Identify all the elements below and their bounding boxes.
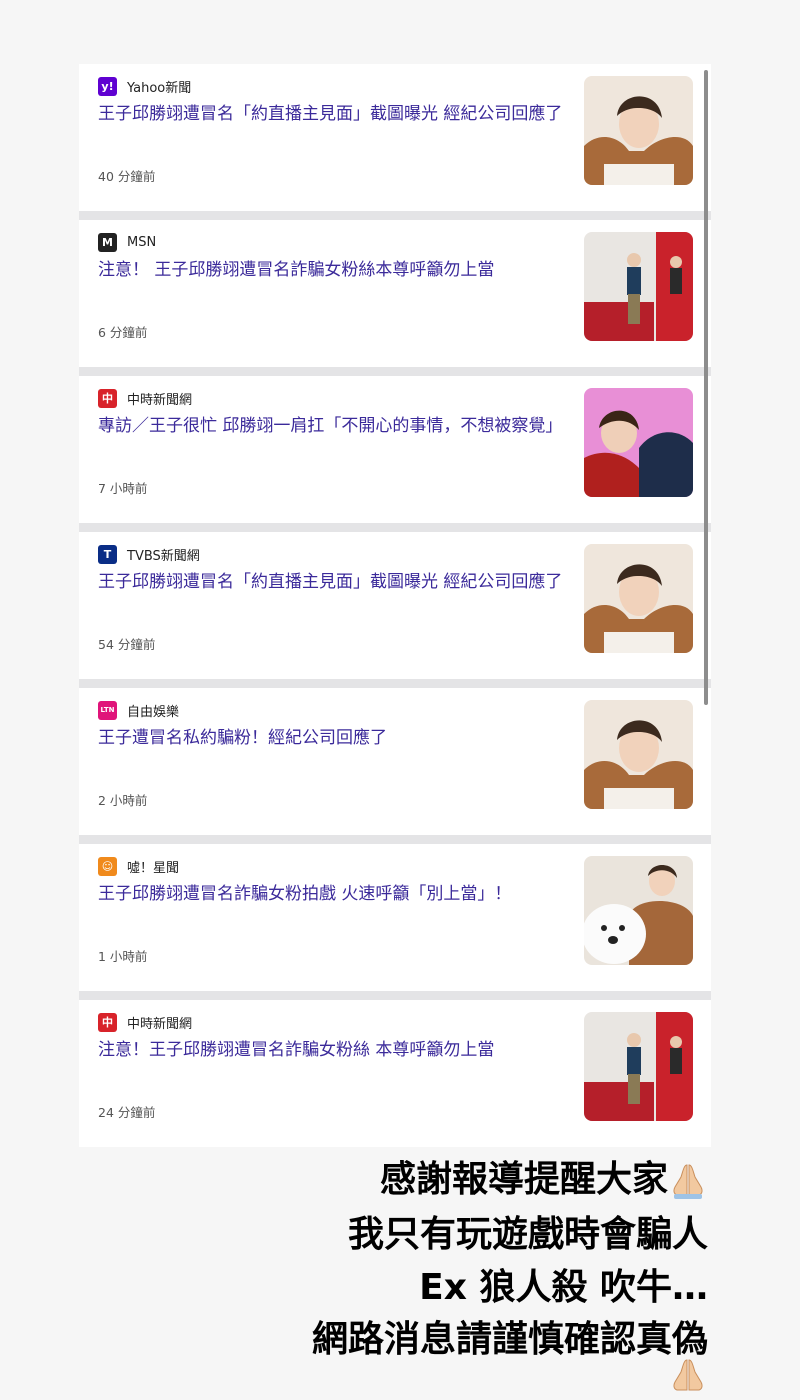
article-source: y! Yahoo新聞 [98, 76, 191, 96]
card-divider [79, 523, 711, 532]
caption-line-4: 網路消息請謹慎確認真偽 [312, 1310, 708, 1362]
caption-text: 感謝報導提醒大家 [379, 1159, 668, 1200]
article-card[interactable]: y! Yahoo新聞王子邱勝翊遭冒名「約直播主見面」截圖曝光 經紀公司回應了 40 … [79, 64, 711, 211]
card-divider [79, 835, 711, 844]
article-card[interactable]: 中中時新聞網專訪／王子很忙 邱勝翊一肩扛「不開心的事情，不想被察覺」 7 小時前 [79, 376, 711, 523]
article-timestamp: 7 小時前 [98, 481, 148, 496]
source-name: 中時新聞網 [127, 392, 193, 408]
card-divider [79, 991, 711, 1000]
article-thumbnail[interactable] [584, 76, 693, 185]
article-headline[interactable]: 王子邱勝翊遭冒名「約直播主見面」截圖曝光 經紀公司回應了 [98, 570, 568, 594]
article-timestamp: 24 分鐘前 [98, 1105, 156, 1120]
article-thumbnail[interactable] [584, 856, 693, 965]
article-timestamp: 6 分鐘前 [98, 325, 148, 340]
article-source: ☺ 噓！星聞 [98, 856, 179, 876]
article-source: LTN 自由娛樂 [98, 700, 179, 720]
article-card[interactable]: 中中時新聞網注意！王子邱勝翊遭冒名詐騙女粉絲 本尊呼籲勿上當 24 分鐘前 [79, 1000, 711, 1147]
praying-hands-icon [668, 1356, 708, 1400]
caption-line-1: 感謝報導提醒大家 [380, 1150, 708, 1202]
article-card[interactable]: M MSN 注意！ 王子邱勝翊遭冒名詐騙女粉絲本尊呼籲勿上當 6 分鐘前 [79, 220, 711, 367]
article-thumbnail[interactable] [584, 388, 693, 497]
source-name: Yahoo新聞 [127, 80, 192, 96]
article-headline[interactable]: 王子邱勝翊遭冒名詐騙女粉拍戲 火速呼籲「別上當」！ [98, 882, 568, 906]
article-source: 中中時新聞網 [98, 1012, 192, 1032]
article-headline[interactable]: 王子邱勝翊遭冒名「約直播主見面」截圖曝光 經紀公司回應了 [98, 102, 568, 126]
caption-text: 我只有玩遊戲時會騙人 [347, 1214, 708, 1255]
article-thumbnail[interactable] [584, 1012, 693, 1121]
card-divider [79, 679, 711, 688]
caption-text: Ex 狼人殺 吹牛… [419, 1267, 708, 1308]
msn-icon: M [98, 232, 117, 252]
article-headline[interactable]: 注意！王子邱勝翊遭冒名詐騙女粉絲 本尊呼籲勿上當 [98, 1038, 568, 1062]
article-source: 中中時新聞網 [98, 388, 192, 408]
chinatimes-icon: 中 [98, 388, 117, 408]
article-timestamp: 1 小時前 [98, 949, 148, 964]
article-thumbnail[interactable] [584, 544, 693, 653]
story-screen: y! Yahoo新聞王子邱勝翊遭冒名「約直播主見面」截圖曝光 經紀公司回應了 40 … [0, 0, 800, 1395]
source-name: TVBS新聞網 [127, 548, 200, 564]
caption-line-2: 我只有玩遊戲時會騙人 [348, 1205, 708, 1257]
card-divider [79, 211, 711, 220]
article-source: T TVBS新聞網 [98, 544, 200, 564]
praying-hands-icon [668, 1161, 708, 1201]
tvbs-icon: T [98, 544, 117, 564]
article-card[interactable]: ☺ 噓！星聞王子邱勝翊遭冒名詐騙女粉拍戲 火速呼籲「別上當」！ 1 小時前 [79, 844, 711, 991]
source-name: MSN [127, 234, 157, 250]
card-divider [79, 367, 711, 376]
starnews-icon: ☺ [98, 856, 117, 876]
article-headline[interactable]: 專訪／王子很忙 邱勝翊一肩扛「不開心的事情，不想被察覺」 [98, 414, 568, 438]
source-name: 中時新聞網 [127, 1016, 193, 1032]
ltn-icon: LTN [98, 700, 117, 720]
source-name: 噓！星聞 [127, 860, 180, 876]
article-card[interactable]: LTN 自由娛樂王子遭冒名私約騙粉！經紀公司回應了 2 小時前 [79, 688, 711, 835]
scrollbar[interactable] [704, 70, 708, 705]
caption-text: 網路消息請謹慎確認真偽 [311, 1319, 708, 1360]
article-source: M MSN [98, 232, 156, 252]
article-timestamp: 2 小時前 [98, 793, 148, 808]
source-name: 自由娛樂 [127, 704, 180, 720]
article-thumbnail[interactable] [584, 232, 693, 341]
chinatimes-icon: 中 [98, 1012, 117, 1032]
article-headline[interactable]: 注意！ 王子邱勝翊遭冒名詐騙女粉絲本尊呼籲勿上當 [98, 258, 568, 282]
article-timestamp: 40 分鐘前 [98, 169, 156, 184]
caption-line-3: Ex 狼人殺 吹牛… [419, 1258, 708, 1310]
article-thumbnail[interactable] [584, 700, 693, 809]
yahoo-icon: y! [98, 76, 117, 96]
article-headline[interactable]: 王子遭冒名私約騙粉！經紀公司回應了 [98, 726, 568, 750]
article-card[interactable]: T TVBS新聞網王子邱勝翊遭冒名「約直播主見面」截圖曝光 經紀公司回應了 54 分… [79, 532, 711, 679]
article-timestamp: 54 分鐘前 [98, 637, 156, 652]
